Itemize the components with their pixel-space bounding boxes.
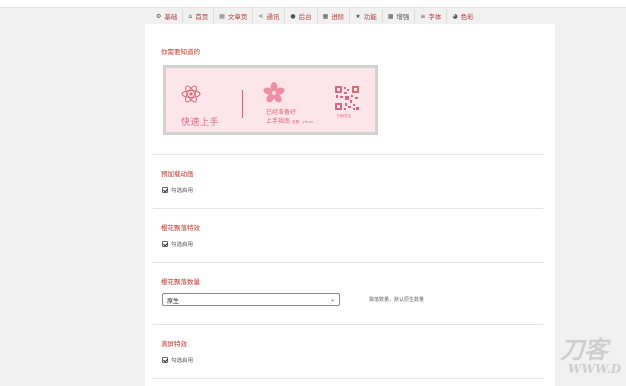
grid-icon: ▦: [387, 12, 394, 20]
checkbox-checked[interactable]: [162, 187, 168, 193]
quick-start-text: 快速上手: [181, 118, 220, 128]
tab-home[interactable]: ⌂ 首页: [183, 9, 215, 23]
tab-color[interactable]: ◕ 色彩: [447, 9, 478, 23]
checkbox-label: 勾选启用: [171, 358, 194, 364]
checkbox-checked[interactable]: [162, 241, 168, 247]
tab-admin[interactable]: ● 后台: [285, 9, 318, 23]
checkbox-label: 勾选启用: [171, 242, 194, 248]
share-icon: <: [258, 12, 264, 20]
tab-label: 色彩: [460, 13, 474, 21]
select-value: 原生: [167, 298, 180, 305]
top-strip: [0, 0, 626, 8]
tab-label: 后台: [298, 13, 312, 21]
tab-label: 通讯: [266, 13, 280, 21]
qr-label: 扫码关注: [337, 114, 351, 118]
gear-icon: ⚙: [156, 12, 162, 20]
divider: [153, 154, 543, 155]
watermark-line2: WWW.D: [568, 362, 622, 376]
section-title-sakura: 樱花飘落特效: [161, 224, 200, 232]
tab-label: 增强: [396, 13, 410, 21]
guide-label: 上手指南: [266, 118, 291, 125]
sakura-effect-checkbox[interactable]: 勾选启用: [162, 240, 193, 248]
section-title-preload: 预加载动画: [161, 170, 194, 178]
tab-label: 首页: [195, 13, 209, 21]
star-icon: ★: [355, 12, 361, 20]
tab-article[interactable]: ▤ 文章页: [214, 9, 254, 23]
guide-note: 查看：yfx.cn: [292, 120, 314, 124]
chevron-down-icon: ⌄: [329, 296, 335, 303]
sakura-flower-icon: [263, 82, 285, 103]
watermark-line1: 刀客: [560, 335, 608, 364]
qr-code-icon: [334, 85, 360, 111]
font-icon: ≡: [420, 12, 426, 20]
palette-icon: ◕: [452, 12, 458, 20]
ready-text: 已经准备好: [266, 109, 297, 116]
banner-divider: [242, 90, 243, 118]
scroll-effect-checkbox[interactable]: 勾选启用: [162, 356, 193, 364]
tab-basic[interactable]: ⚙ 基础: [151, 9, 184, 23]
settings-tabs: ⚙ 基础 ⌂ 首页 ▤ 文章页 < 通讯 ● 后台 ▦ 进阶 ★ 功能 ▦ 增强 ≡ 字体 ◕ 色彩: [151, 9, 479, 23]
atom-icon: [181, 85, 201, 103]
tab-label: 进阶: [331, 13, 345, 21]
divider: [153, 324, 543, 325]
watermark-logo: 刀客 WWW.D: [560, 335, 622, 377]
tab-label: 基础: [164, 13, 178, 21]
tab-social[interactable]: < 通讯: [253, 9, 286, 23]
preload-animation-checkbox[interactable]: 勾选启用: [162, 186, 193, 194]
tab-label: 文章页: [227, 13, 248, 21]
divider: [153, 378, 543, 379]
checkbox-checked[interactable]: [162, 357, 168, 363]
home-icon: ⌂: [188, 12, 193, 20]
sakura-count-select[interactable]: 原生 ⌄: [162, 293, 340, 306]
list-icon: ▦: [322, 12, 329, 20]
user-icon: ●: [290, 12, 296, 20]
settings-panel: 你需要知道的 快速上手 已经准备好 上手指南 查看：yfx.cn 扫码关注 预加…: [145, 24, 555, 386]
tab-label: 功能: [363, 13, 377, 21]
tab-label: 字体: [428, 13, 442, 21]
tab-enhance[interactable]: ▦ 增强: [383, 9, 416, 23]
tab-advanced[interactable]: ▦ 进阶: [318, 9, 351, 23]
guide-text: 上手指南 查看：yfx.cn: [266, 116, 313, 125]
article-icon: ▤: [219, 12, 225, 20]
section-title-scroll: 滚屏特效: [161, 340, 187, 348]
checkbox-label: 勾选启用: [171, 188, 194, 194]
quick-start-banner[interactable]: 快速上手 已经准备好 上手指南 查看：yfx.cn 扫码关注: [163, 65, 378, 135]
section-title-sakura-count: 樱花飘落数量: [161, 278, 200, 286]
sakura-count-hint: 飘落数量，默认原生数量: [369, 297, 425, 303]
section-title-intro: 你需要知道的: [161, 48, 200, 56]
tab-font[interactable]: ≡ 字体: [415, 9, 448, 23]
tab-features[interactable]: ★ 功能: [350, 9, 383, 23]
divider: [153, 262, 543, 263]
divider: [153, 208, 543, 209]
